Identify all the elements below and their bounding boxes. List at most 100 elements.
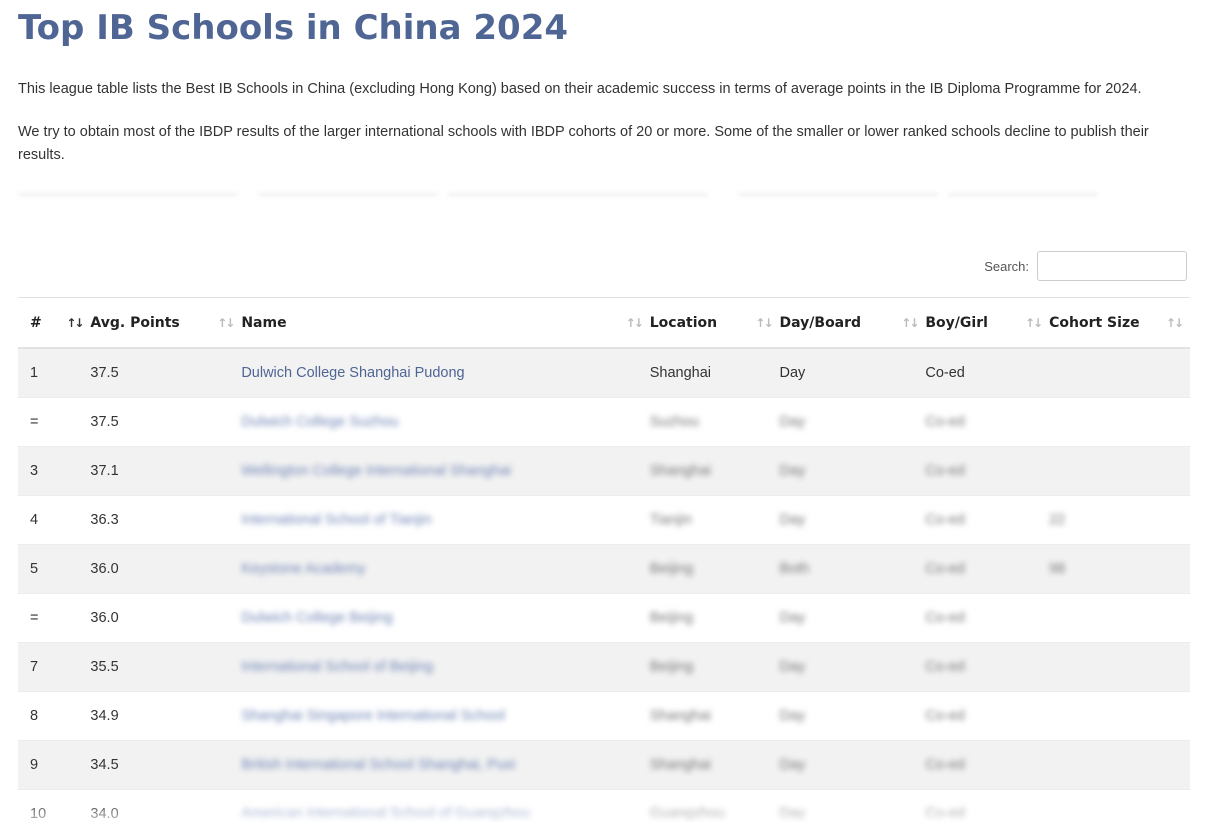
rank-cell: 3	[18, 446, 91, 496]
boy-girl-cell: Co-ed	[925, 610, 965, 626]
day-board-cell: Day	[779, 789, 926, 822]
school-name-link[interactable]: Dulwich College Suzhou	[241, 414, 398, 430]
day-board-cell: Day	[779, 740, 926, 790]
avg-points-cell: 35.5	[90, 659, 119, 675]
column-header-label: Location	[649, 314, 718, 331]
school-name-cell: British International School Shanghai, P…	[241, 740, 650, 790]
column-header-day-board[interactable]: Day/Board ↑↓	[779, 298, 926, 349]
location-cell: Shanghai	[649, 365, 712, 381]
day-board-cell: Day	[779, 691, 926, 741]
cohort-size-cell: 98	[1049, 561, 1066, 577]
day-board-cell: Both	[779, 561, 810, 577]
day-board-cell: Day	[779, 463, 806, 479]
day-board-cell: Day	[779, 495, 926, 545]
location-cell: Beijing	[649, 610, 694, 626]
table-row: = 36.0 Dulwich College Beijing Beijing Day Co…	[18, 593, 1190, 643]
day-board-cell: Day	[779, 593, 926, 643]
rank-cell: 3	[30, 463, 39, 479]
location-cell: Shanghai	[649, 740, 780, 790]
column-header-name[interactable]: Name ↑↓	[241, 298, 650, 349]
sort-arrows-icon[interactable]: ↑↓	[217, 316, 235, 330]
search-input[interactable]	[1037, 251, 1187, 281]
table-row: 10 34.0 American International School of G…	[18, 789, 1190, 822]
boy-girl-cell: Co-ed	[925, 708, 965, 724]
sort-arrows-icon[interactable]: ↑↓	[901, 316, 919, 330]
avg-points-cell: 35.5	[90, 642, 242, 692]
school-name-link[interactable]: American International School of Guangzh…	[241, 806, 530, 822]
location-cell: Suzhou	[649, 414, 699, 430]
avg-points-cell: 36.0	[90, 544, 242, 594]
school-name-link[interactable]: Keystone Academy	[241, 561, 365, 577]
school-name-link[interactable]: International School of Tianjin	[241, 512, 431, 528]
day-board-cell: Both	[779, 544, 926, 594]
cohort-size-cell	[1049, 789, 1190, 822]
intro-paragraph: This league table lists the Best IB Scho…	[18, 81, 1142, 97]
boy-girl-cell: Co-ed	[925, 495, 1050, 545]
table-row: = 37.5 Dulwich College Suzhou Suzhou Day Co-e…	[18, 397, 1190, 447]
sort-arrows-icon[interactable]: ↑↓	[1166, 316, 1184, 330]
school-name-cell: International School of Tianjin	[241, 495, 650, 545]
sort-arrows-icon[interactable]: ↑↓	[66, 316, 84, 330]
sort-arrows-icon[interactable]: ↑↓	[1025, 316, 1043, 330]
rank-cell: =	[18, 593, 91, 643]
sort-arrows-icon[interactable]: ↑↓	[755, 316, 773, 330]
column-header-boy-girl[interactable]: Boy/Girl ↑↓	[925, 298, 1050, 349]
location-cell: Guangzhou	[649, 806, 725, 822]
school-name-link[interactable]: British International School Shanghai, P…	[241, 757, 515, 773]
column-header-cohort-size[interactable]: Cohort Size ↑↓	[1049, 298, 1190, 349]
location-cell: Beijing	[649, 642, 780, 692]
cohort-size-cell	[1049, 348, 1190, 398]
location-cell: Shanghai	[649, 757, 712, 773]
rank-cell: 10	[30, 806, 47, 822]
column-header-label: Name	[241, 314, 287, 331]
rank-cell: =	[30, 414, 39, 430]
school-name-link[interactable]: Shanghai Singapore International School	[241, 708, 505, 724]
avg-points-cell: 34.5	[90, 757, 119, 773]
location-cell: Guangzhou	[649, 789, 780, 822]
cohort-size-cell	[1049, 691, 1190, 741]
boy-girl-cell: Co-ed	[925, 414, 965, 430]
sort-arrows-icon[interactable]: ↑↓	[626, 316, 644, 330]
search-bar: Search:	[18, 249, 1187, 283]
page-title: Top IB Schools in China 2024	[18, 8, 569, 48]
boy-girl-cell: Co-ed	[925, 512, 965, 528]
boy-girl-cell: Co-ed	[925, 463, 965, 479]
table-row: 3 37.1 Wellington College International Sh…	[18, 446, 1190, 496]
location-cell: Shanghai	[649, 708, 712, 724]
location-cell: Shanghai	[649, 691, 780, 741]
school-name-cell: Dulwich College Beijing	[241, 593, 650, 643]
search-label: Search:	[984, 258, 1029, 274]
table-row: 8 34.9 Shanghai Singapore International Sc…	[18, 691, 1190, 741]
cohort-size-cell	[1049, 740, 1190, 790]
boy-girl-cell: Co-ed	[925, 348, 1050, 398]
rank-cell: 1	[30, 365, 39, 381]
table-row: 5 36.0 Keystone Academy Beijing Both Co-ed 98	[18, 544, 1190, 594]
day-board-cell: Day	[779, 446, 926, 496]
table-row: 9 34.5 British International School Shangh…	[18, 740, 1190, 790]
rank-cell: 10	[18, 789, 91, 822]
boy-girl-cell: Co-ed	[925, 561, 965, 577]
column-header-label: Boy/Girl	[925, 314, 988, 331]
day-board-cell: Day	[779, 642, 926, 692]
avg-points-cell: 37.1	[90, 463, 119, 479]
school-name-link[interactable]: Dulwich College Shanghai Pudong	[241, 365, 464, 381]
avg-points-cell: 37.5	[90, 348, 242, 398]
school-name-link[interactable]: Wellington College International Shangha…	[241, 463, 511, 479]
day-board-cell: Day	[779, 365, 806, 381]
rank-cell: =	[30, 610, 39, 626]
column-header-label: Cohort Size	[1049, 314, 1140, 331]
avg-points-cell: 34.0	[90, 789, 242, 822]
school-name-cell: Keystone Academy	[241, 544, 650, 594]
rank-cell: 9	[18, 740, 91, 790]
boy-girl-cell: Co-ed	[925, 397, 1050, 447]
school-name-link[interactable]: International School of Beijing	[241, 659, 433, 675]
day-board-cell: Day	[779, 659, 806, 675]
column-header-rank[interactable]: # ↑↓	[18, 298, 91, 349]
rank-cell: 4	[30, 512, 39, 528]
avg-points-cell: 37.5	[90, 365, 119, 381]
school-name-link[interactable]: Dulwich College Beijing	[241, 610, 393, 626]
column-header-avg-points[interactable]: Avg. Points ↑↓	[90, 298, 242, 349]
column-header-location[interactable]: Location ↑↓	[649, 298, 780, 349]
rank-cell: =	[18, 397, 91, 447]
location-cell: Suzhou	[649, 397, 780, 447]
